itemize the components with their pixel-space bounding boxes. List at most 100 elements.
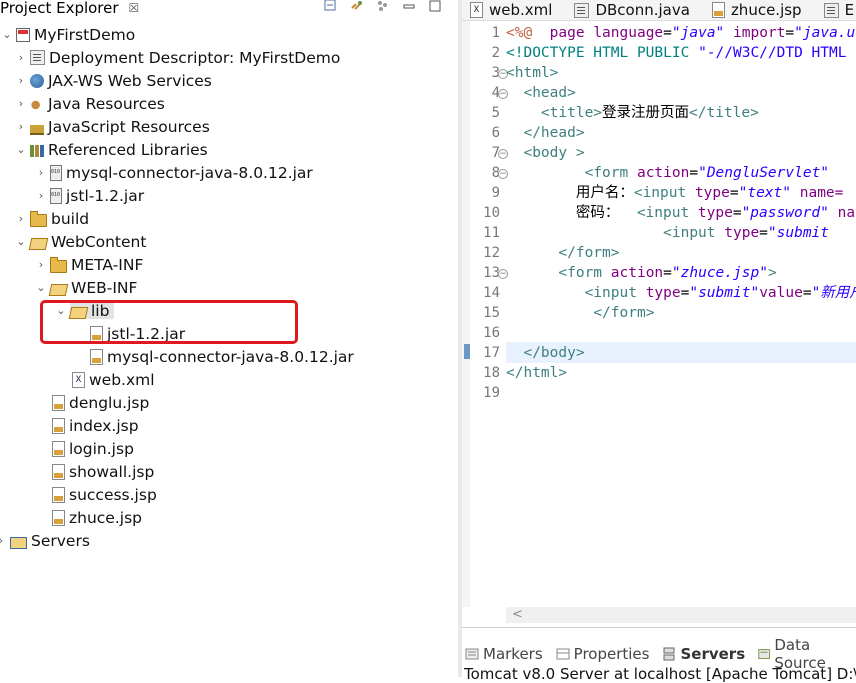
tree-item-mysql-connector-file[interactable]: mysql-connector-java-8.0.12.jar <box>88 345 354 368</box>
tree-item-label: mysql-connector-java-8.0.12.jar <box>66 163 313 182</box>
line-number: 2 <box>491 45 500 61</box>
tree-item-denglu-jsp[interactable]: denglu.jsp <box>50 391 149 414</box>
code-line: <%@ page language="java" import="java.u <box>506 23 855 43</box>
tree-item-zhuce-jsp[interactable]: zhuce.jsp <box>50 506 142 529</box>
chevron-right-icon[interactable]: › <box>34 258 48 271</box>
tree-item-mysql-connector-ref[interactable]: › mysql-connector-java-8.0.12.jar <box>34 161 313 184</box>
tree-item-label: denglu.jsp <box>69 393 150 412</box>
line-number: 12 <box>483 245 500 261</box>
code-token: = <box>732 205 742 221</box>
chevron-right-icon[interactable]: › <box>14 120 28 133</box>
tab-overflow[interactable]: E <box>816 0 856 20</box>
chevron-right-icon[interactable]: › <box>34 189 48 202</box>
chevron-right-icon[interactable]: › <box>34 166 48 179</box>
line-number: 10 <box>483 205 500 221</box>
horizontal-scrollbar[interactable]: < <box>506 607 856 623</box>
line-number: 16 <box>483 325 500 341</box>
tree-item-label: build <box>51 209 90 228</box>
collapse-all-icon[interactable] <box>324 0 338 13</box>
chevron-right-icon[interactable]: › <box>14 212 28 225</box>
code-token: type <box>645 285 681 301</box>
code-token: <head> <box>523 85 576 101</box>
chevron-right-icon[interactable]: › <box>0 534 8 547</box>
code-token: </title> <box>689 105 759 121</box>
tree-item-label: zhuce.jsp <box>69 508 142 527</box>
tree-item-javascript-resources[interactable]: › JavaScript Resources <box>14 115 210 138</box>
tab-web-xml[interactable]: X web.xml <box>462 0 566 20</box>
link-with-editor-icon[interactable] <box>350 0 364 13</box>
tree-item-servers[interactable]: › Servers <box>0 529 90 552</box>
tab-servers[interactable]: Servers <box>659 645 745 663</box>
code-token: "-//W3C//DTD HTML <box>698 45 847 61</box>
folder-open-icon <box>48 283 69 296</box>
project-explorer-tab[interactable]: Project Explorer ☒ <box>0 0 139 17</box>
line-number: 11 <box>483 225 500 241</box>
tab-markers[interactable]: Markers <box>462 645 543 663</box>
line-number: 14 <box>483 285 500 301</box>
line-number: 18 <box>483 365 500 381</box>
code-token: "java.u <box>794 25 856 41</box>
tree-item-login-jsp[interactable]: login.jsp <box>50 437 134 460</box>
jsp-file-icon <box>52 509 65 526</box>
code-token: <%@ <box>506 25 533 41</box>
chevron-down-icon[interactable]: ⌄ <box>14 235 28 248</box>
chevron-right-icon[interactable]: › <box>14 97 28 110</box>
chevron-right-icon[interactable]: › <box>14 51 28 64</box>
code-area[interactable]: <%@ page language="java" import="java.u … <box>506 21 856 607</box>
chevron-down-icon[interactable]: ⌄ <box>14 143 28 156</box>
tree-item-java-resources[interactable]: › Java Resources <box>14 92 165 115</box>
view-menu-icon[interactable] <box>376 0 390 13</box>
tree-item-deployment-descriptor[interactable]: › Deployment Descriptor: MyFirstDemo <box>14 46 341 69</box>
code-token: language <box>593 25 664 41</box>
line-number: 19 <box>483 385 500 401</box>
code-line: </html> <box>506 363 567 383</box>
tree-item-showall-jsp[interactable]: showall.jsp <box>50 460 154 483</box>
server-status-text: Tomcat v8.0 Server at localhost [Apache … <box>464 665 856 683</box>
code-token: "java" <box>671 25 725 41</box>
tree-item-web-xml[interactable]: X web.xml <box>70 368 155 391</box>
project-icon <box>16 28 30 42</box>
line-number: 7 <box>491 145 500 161</box>
code-line: </form> <box>506 303 654 323</box>
tab-dbconn-java[interactable]: DBconn.java <box>566 0 703 20</box>
tree-item-label: jstl-1.2.jar <box>66 186 145 205</box>
tree-item-meta-inf[interactable]: › META-INF <box>34 253 144 276</box>
tree-item-label: showall.jsp <box>69 462 155 481</box>
code-token: type <box>724 225 760 241</box>
tree-item-webcontent[interactable]: ⌄ WebContent <box>14 230 146 253</box>
line-number: 15 <box>483 305 500 321</box>
minimize-icon[interactable] <box>402 0 416 13</box>
chevron-down-icon[interactable]: ⌄ <box>0 28 14 41</box>
scroll-left-icon[interactable]: < <box>512 607 523 622</box>
file-icon <box>823 2 839 18</box>
tab-label: zhuce.jsp <box>730 1 802 19</box>
code-token: <input <box>663 225 725 241</box>
code-token: </html> <box>506 365 568 381</box>
tree-item-build[interactable]: › build <box>14 207 89 230</box>
tab-zhuce-jsp[interactable]: zhuce.jsp <box>704 0 816 20</box>
code-token: 密码： <box>506 205 637 221</box>
tree-item-myfirstdemo[interactable]: ⌄ MyFirstDemo <box>0 23 135 46</box>
tree-item-jax-ws[interactable]: › JAX-WS Web Services <box>14 69 212 92</box>
close-icon[interactable]: ☒ <box>129 1 140 15</box>
tree-item-success-jsp[interactable]: success.jsp <box>50 483 157 506</box>
code-token: "password" <box>741 205 829 221</box>
code-token: </body> <box>523 345 585 361</box>
tab-properties[interactable]: Properties <box>553 645 649 663</box>
line-number: 8 <box>491 165 500 181</box>
tree-item-jstl-ref[interactable]: › jstl-1.2.jar <box>34 184 144 207</box>
tree-item-label: WEB-INF <box>71 278 138 297</box>
tree-item-index-jsp[interactable]: index.jsp <box>50 414 139 437</box>
tree-item-referenced-libraries[interactable]: ⌄ Referenced Libraries <box>14 138 207 161</box>
maximize-icon[interactable] <box>428 0 442 13</box>
tree-item-web-inf[interactable]: ⌄ WEB-INF <box>34 276 137 299</box>
jsp-file-icon <box>52 417 65 434</box>
chevron-down-icon[interactable]: ⌄ <box>34 281 48 294</box>
java-file-icon <box>574 2 590 18</box>
chevron-right-icon[interactable]: › <box>14 74 28 87</box>
code-line: </form> <box>506 243 619 263</box>
